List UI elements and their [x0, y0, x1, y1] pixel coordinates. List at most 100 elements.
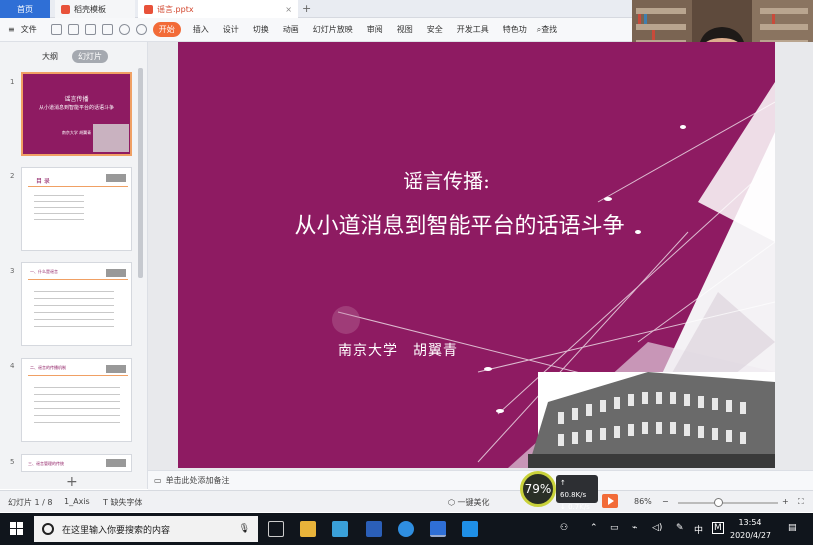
campus-building-image [528, 372, 775, 468]
slide-title-line-1: 谣言传播: [403, 169, 490, 193]
thumb-title: 目 录 [36, 178, 50, 185]
thumb-divider [28, 375, 128, 376]
menu-security[interactable]: 安全 [427, 24, 443, 35]
beautify-button[interactable]: ⬡ 一键美化 [448, 497, 490, 508]
menu-review[interactable]: 审阅 [367, 24, 383, 35]
taskbar-search-placeholder: 在这里输入你要搜索的内容 [62, 525, 171, 536]
thumb-text-lines [34, 192, 84, 220]
missing-font-button[interactable]: T 缺失字体 [103, 497, 142, 508]
slide-thumbnail-1[interactable]: 谣言传播 从小道消息到智能平台的话语斗争 南京大学 胡翼青 [21, 72, 132, 156]
ime-indicator[interactable]: M [712, 522, 724, 534]
slide-thumbnail-3[interactable]: 一、什么是谣言 [21, 262, 132, 346]
zoom-out-button[interactable]: − [662, 497, 669, 506]
cpu-gauge[interactable]: 79% [520, 471, 556, 507]
undo-icon[interactable] [118, 24, 130, 35]
net-up-value: 60.8K/s [560, 491, 587, 499]
meeting-app-icon[interactable] [462, 521, 478, 537]
slide-thumbnail-2[interactable]: 目 录 [21, 167, 132, 251]
search-button[interactable]: ⌕查找 [537, 24, 557, 35]
thumb-building-image [93, 124, 129, 152]
cpu-gauge-value: 79% [524, 482, 552, 496]
zoom-value[interactable]: 86% [634, 497, 652, 506]
notes-placeholder: 单击此处添加备注 [165, 476, 230, 485]
thumb-logo-image [106, 459, 126, 467]
theme-name: 1_Axis [64, 497, 90, 506]
menu-developer[interactable]: 开发工具 [457, 24, 489, 35]
menu-animation[interactable]: 动画 [283, 24, 299, 35]
font-icon: T [103, 498, 108, 507]
microphone-icon[interactable]: 🎙 [239, 524, 250, 534]
hamburger-icon[interactable]: ≡ [8, 25, 15, 34]
task-view-icon[interactable] [268, 521, 284, 537]
net-down-value: 0.7K/s [568, 503, 590, 511]
notes-icon: ▭ [154, 476, 162, 485]
slide-thumbnail-4[interactable]: 二、谣言的传播机制 [21, 358, 132, 442]
cube-icon: ⬡ [448, 498, 455, 507]
network-icon[interactable]: ⌁ [632, 523, 637, 533]
notification-icon[interactable]: ▤ [788, 523, 797, 533]
store-icon[interactable] [332, 521, 348, 537]
add-slide-button[interactable]: + [66, 474, 78, 490]
pptx-icon [144, 4, 153, 14]
menu-design[interactable]: 设计 [223, 24, 239, 35]
file-explorer-icon[interactable] [300, 521, 316, 537]
person-icon[interactable]: ⚇ [560, 523, 568, 533]
current-slide[interactable]: 谣言传播: 从小道消息到智能平台的话语斗争 南京大学 胡翼青 [178, 42, 775, 468]
tab-document[interactable]: 谣言.pptx × [138, 0, 298, 18]
thumb-logo-image [106, 269, 126, 277]
thumb-title: 二、谣言的传播机制 [30, 365, 66, 370]
close-icon[interactable]: × [285, 5, 292, 14]
redo-icon[interactable] [135, 24, 147, 35]
taskbar-search-box[interactable]: 在这里输入你要搜索的内容 🎙 [34, 516, 258, 542]
tab-label: 首页 [17, 4, 33, 14]
cortana-icon [42, 523, 54, 535]
tab-outline[interactable]: 大纲 [36, 50, 64, 63]
battery-icon[interactable]: ▭ [610, 523, 619, 533]
system-clock[interactable]: 13:54 2020/4/27 [730, 516, 772, 542]
open-icon[interactable] [50, 24, 62, 35]
slide-number: 4 [10, 362, 15, 370]
thumb-title: 一、什么是谣言 [30, 269, 58, 274]
pen-icon[interactable]: ✎ [676, 523, 684, 533]
tab-home[interactable]: 首页 [0, 0, 50, 18]
tab-docer-templates[interactable]: 稻壳模板 [55, 0, 135, 18]
browser-icon[interactable] [398, 521, 414, 537]
menu-view[interactable]: 视图 [397, 24, 413, 35]
chevron-up-icon[interactable]: ⌃ [590, 523, 598, 533]
word-icon[interactable] [366, 521, 382, 537]
clock-date: 2020/4/27 [730, 531, 772, 540]
thumb-text-lines [34, 287, 114, 327]
fit-window-icon[interactable]: ⛶ [798, 497, 804, 507]
ribbon-menu: ≡ 文件 开始 插入 设计 切换 动画 幻灯片放映 审阅 视图 安全 开发工具 … [0, 18, 632, 42]
zoom-in-button[interactable]: + [782, 497, 789, 506]
slideshow-play-button[interactable] [602, 494, 618, 508]
file-menu[interactable]: 文件 [21, 24, 37, 35]
slide-decoration-graphic [332, 82, 775, 468]
slide-thumbnail-5[interactable]: 三、谣言管理的传统 [21, 454, 132, 472]
volume-icon[interactable]: ◁) [652, 523, 662, 533]
windows-start-icon[interactable] [10, 522, 24, 536]
print-icon[interactable] [84, 24, 96, 35]
slide-panel: 大纲 幻灯片 1 谣言传播 从小道消息到智能平台的话语斗争 南京大学 胡翼青 2… [0, 42, 148, 490]
thumb-subtitle: 从小道消息到智能平台的话语斗争 [38, 105, 114, 111]
menu-transition[interactable]: 切换 [253, 24, 269, 35]
new-tab-icon[interactable]: + [302, 2, 311, 15]
tab-slides[interactable]: 幻灯片 [72, 50, 108, 63]
menu-slideshow[interactable]: 幻灯片放映 [313, 24, 353, 35]
menu-insert[interactable]: 插入 [193, 24, 209, 35]
docer-icon [61, 4, 70, 14]
wps-icon[interactable] [430, 521, 446, 537]
menu-start[interactable]: 开始 [152, 22, 181, 37]
notes-pane[interactable]: ▭ 单击此处添加备注 [148, 470, 813, 490]
zoom-slider-track[interactable] [678, 502, 778, 504]
preview-icon[interactable] [101, 24, 113, 35]
search-label: 查找 [541, 25, 558, 34]
slide-number: 2 [10, 172, 15, 180]
menu-features[interactable]: 特色功 [503, 24, 527, 35]
panel-scrollbar[interactable] [138, 68, 143, 278]
zoom-slider-handle[interactable] [714, 498, 723, 507]
windows-taskbar: 在这里输入你要搜索的内容 🎙 ⚇ ⌃ ▭ ⌁ ◁) ✎ 中 M 13:54 20… [0, 513, 813, 545]
ime-mode[interactable]: 中 [694, 523, 703, 536]
save-icon[interactable] [67, 24, 79, 35]
thumb-title: 谣言传播 [64, 96, 89, 103]
